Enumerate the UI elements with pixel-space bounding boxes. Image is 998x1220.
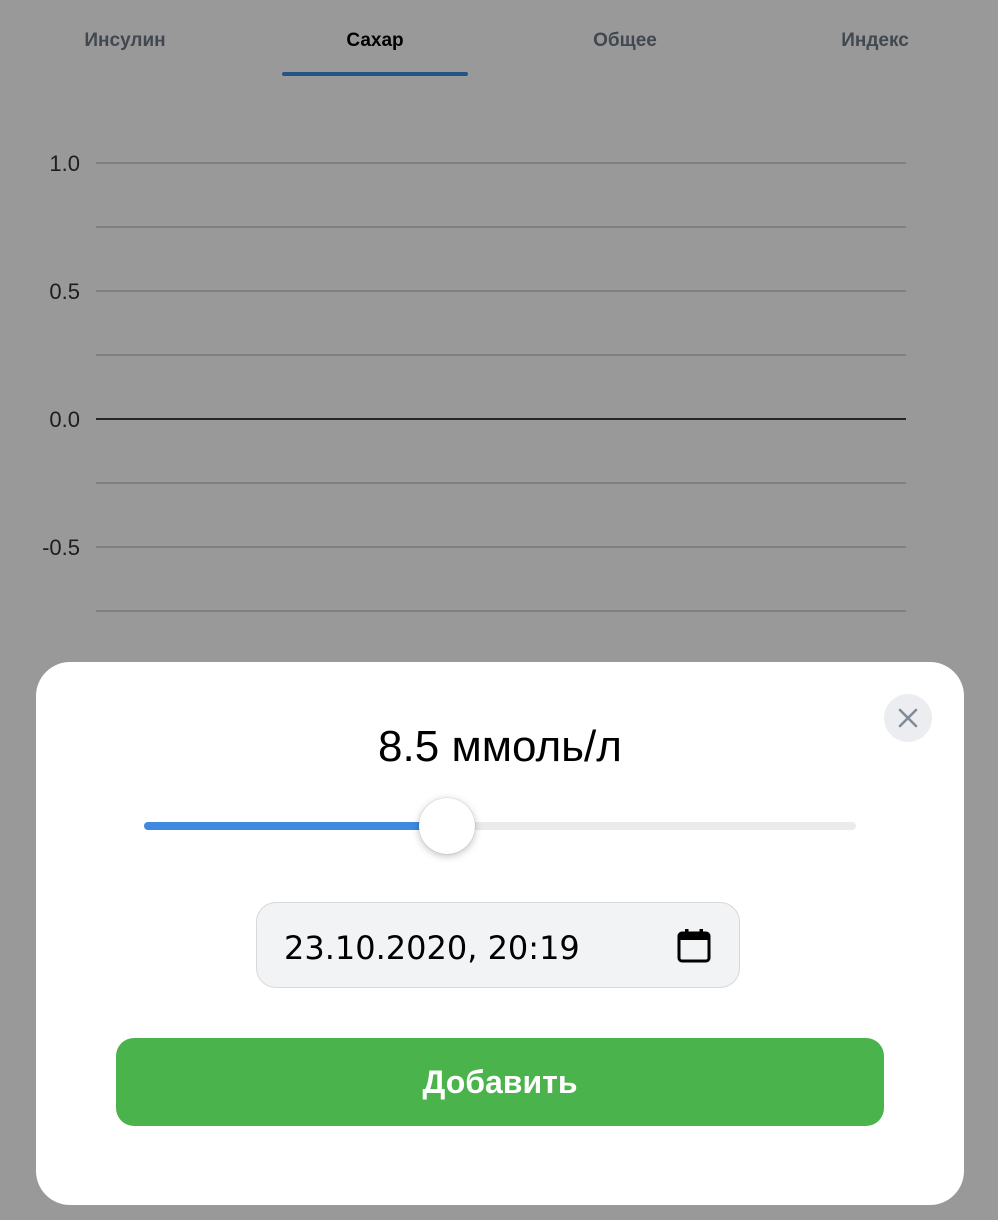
sugar-value-label: 8.5 ммоль/л bbox=[378, 722, 622, 771]
add-sugar-modal: 8.5 ммоль/л 23.10.2020, 20:19 Добавить bbox=[36, 662, 964, 1205]
sugar-slider[interactable] bbox=[144, 798, 856, 854]
slider-fill bbox=[144, 822, 447, 830]
date-time-input[interactable]: 23.10.2020, 20:19 bbox=[256, 902, 740, 988]
date-time-value: 23.10.2020, 20:19 bbox=[284, 929, 580, 967]
slider-thumb[interactable] bbox=[418, 798, 475, 854]
add-button[interactable]: Добавить bbox=[116, 1038, 884, 1126]
calendar-icon[interactable] bbox=[675, 927, 713, 965]
